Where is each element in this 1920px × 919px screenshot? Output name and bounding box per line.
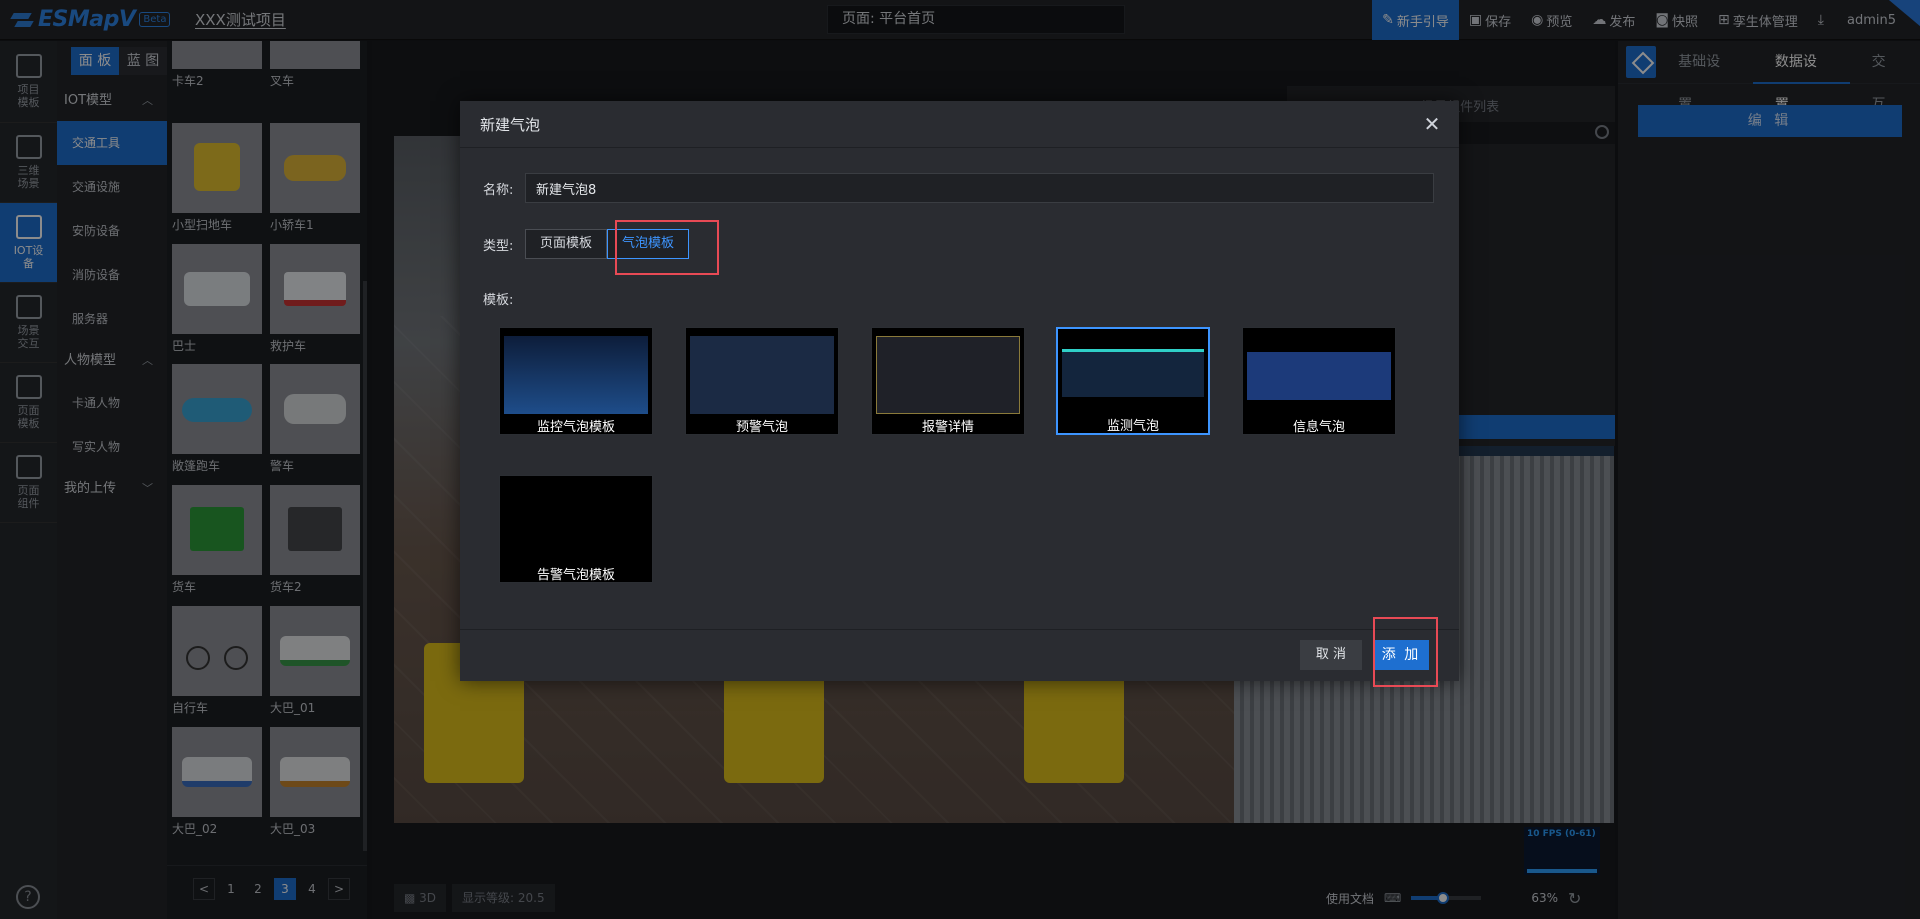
template-preview	[690, 336, 834, 414]
template-card[interactable]: 信息气泡	[1242, 327, 1396, 435]
template-preview	[1247, 352, 1391, 400]
name-row: 名称:	[483, 173, 1434, 203]
template-label: 模板:	[483, 293, 514, 308]
highlight-box	[615, 220, 719, 275]
template-preview	[876, 336, 1020, 414]
new-bubble-dialog: 新建气泡 ✕ 名称: 类型: 页面模板 气泡模板 模板: 监控气泡模板 预警气泡…	[460, 101, 1459, 687]
name-label: 名称:	[483, 182, 514, 198]
name-input[interactable]	[525, 173, 1434, 203]
template-preview	[504, 336, 648, 414]
type-label: 类型:	[483, 238, 514, 254]
template-card[interactable]: 预警气泡	[685, 327, 839, 435]
template-preview	[1062, 349, 1204, 397]
cancel-button[interactable]: 取 消	[1300, 640, 1362, 670]
template-row: 模板:	[483, 289, 525, 308]
template-card[interactable]: 报警详情	[871, 327, 1025, 435]
template-card[interactable]: 告警气泡模板	[499, 475, 653, 583]
dialog-header: 新建气泡	[460, 101, 1459, 148]
highlight-box	[1373, 617, 1438, 687]
dialog-title: 新建气泡	[480, 115, 541, 134]
type-option-page-template[interactable]: 页面模板	[525, 229, 608, 259]
dialog-footer: 取 消 添 加	[460, 629, 1459, 681]
template-card[interactable]: 监控气泡模板	[499, 327, 653, 435]
close-icon[interactable]: ✕	[1423, 114, 1441, 134]
template-card-selected[interactable]: 监测气泡	[1056, 327, 1210, 435]
